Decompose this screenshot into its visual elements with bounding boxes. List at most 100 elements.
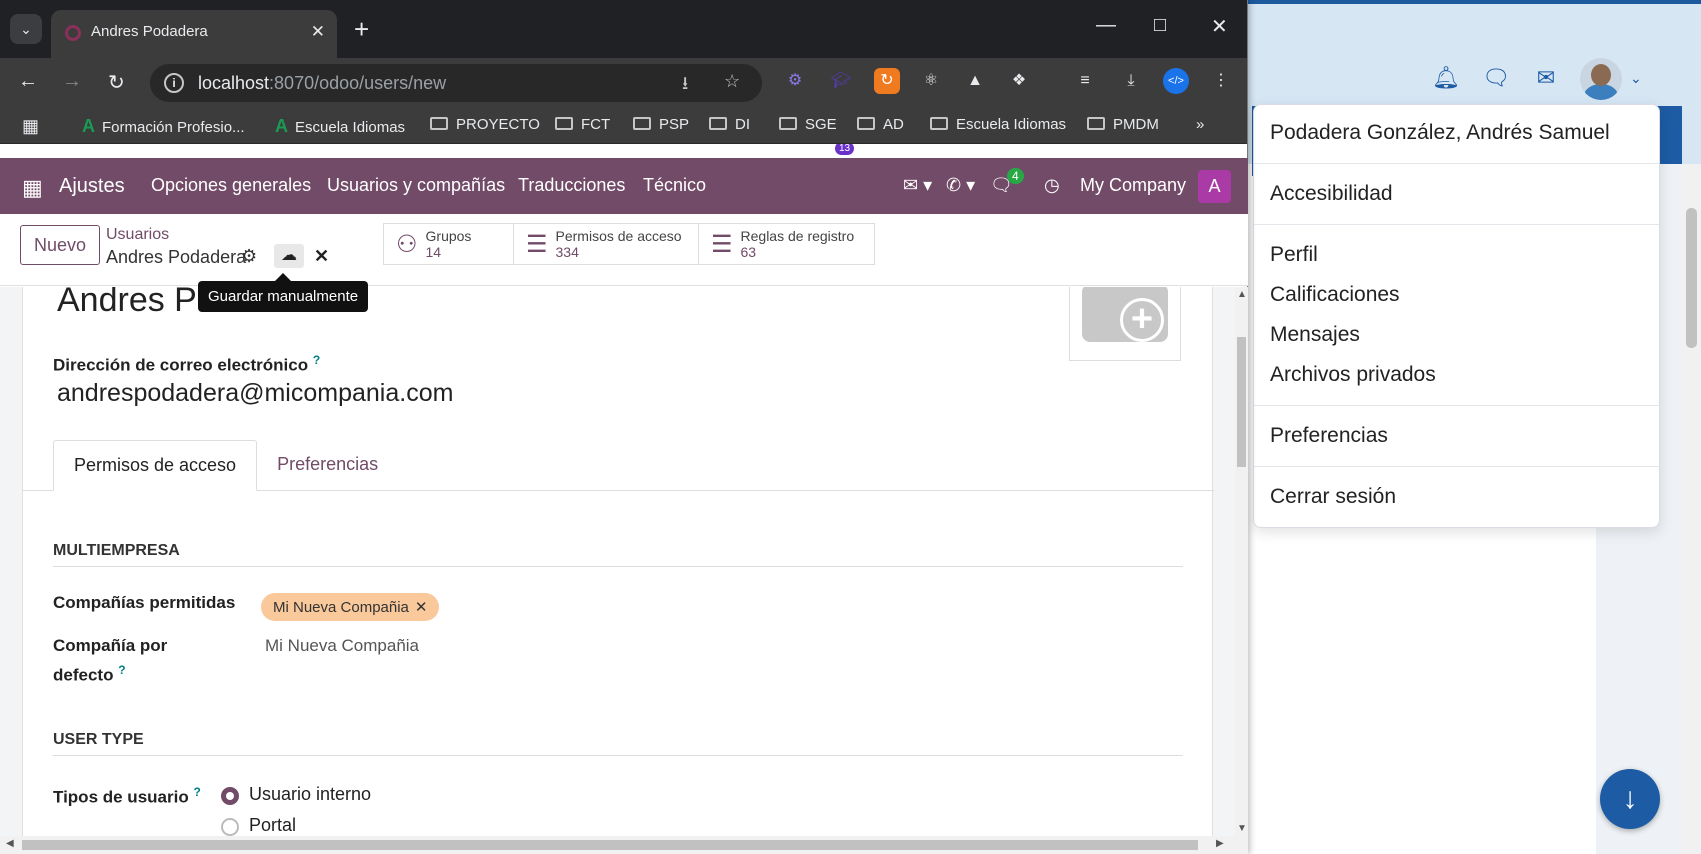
discard-icon[interactable]: ✕	[314, 246, 329, 267]
address-bar[interactable]: i localhost:8070/odoo/users/new ⭳ ☆	[150, 64, 762, 102]
bookmark-folder[interactable]: Escuela Idiomas	[930, 116, 1066, 133]
bookmark-folder[interactable]: FCT	[555, 116, 610, 133]
browser-menu-icon[interactable]: ⋮	[1208, 68, 1234, 94]
media-playlist-icon[interactable]: ≡	[1072, 68, 1098, 94]
radio-internal-user[interactable]	[221, 787, 239, 805]
smart-button-record-rules[interactable]: ☰ Reglas de registro 63	[699, 224, 874, 264]
scrollbar-thumb[interactable]	[22, 840, 1198, 850]
radio-portal[interactable]	[221, 818, 239, 836]
extension-angular-icon[interactable]: ▲	[962, 68, 988, 94]
devtools-extension-icon[interactable]: </>	[1163, 68, 1189, 94]
menu-divider	[1254, 405, 1659, 406]
browser-tab[interactable]: Andres Podadera ✕	[51, 10, 337, 58]
email-field[interactable]: andrespodadera@micompania.com	[57, 379, 453, 408]
extension-react-icon[interactable]: ⚛	[918, 68, 944, 94]
default-company-field[interactable]: Mi Nueva Compañia	[265, 636, 419, 656]
scrollbar-thumb[interactable]	[1686, 208, 1697, 348]
gear-icon[interactable]: ⚙	[241, 246, 257, 267]
radio-label-portal[interactable]: Portal	[249, 815, 296, 836]
app-title[interactable]: Ajustes	[59, 175, 125, 198]
menu-technical[interactable]: Técnico	[643, 175, 706, 196]
maximize-button[interactable]: □	[1154, 14, 1166, 37]
smart-button-groups[interactable]: ⚇ Grupos 14	[384, 224, 514, 264]
menu-item-ratings[interactable]: Calificaciones	[1254, 275, 1659, 315]
company-tag[interactable]: Mi Nueva Compañia ✕	[261, 593, 440, 621]
mail-dropdown-icon[interactable]: ✉ ▾	[903, 175, 932, 196]
new-tab-button[interactable]: +	[354, 14, 369, 44]
scroll-down-arrow-icon[interactable]: ▼	[1237, 823, 1247, 834]
bell-icon[interactable]: 🔔︎	[1432, 64, 1460, 92]
bookmark-item[interactable]: A Escuela Idiomas	[275, 116, 405, 137]
site-info-icon[interactable]: i	[164, 73, 184, 93]
url-text[interactable]: localhost:8070/odoo/users/new	[198, 73, 446, 94]
whatsapp-icon[interactable]: ✆ ▾	[946, 175, 975, 196]
form-view: Andres Podadera + Dirección de correo el…	[0, 287, 1235, 836]
user-avatar-letter[interactable]: A	[1198, 170, 1231, 203]
menu-item-accessibility[interactable]: Accesibilidad	[1254, 174, 1659, 214]
tab-preferences[interactable]: Preferencias	[257, 440, 398, 491]
menu-users-companies[interactable]: Usuarios y compañías	[327, 175, 505, 196]
app-grid-icon[interactable]: ▦	[22, 175, 43, 201]
help-icon[interactable]: ?	[118, 663, 125, 677]
new-button[interactable]: Nuevo	[20, 225, 100, 265]
user-avatar[interactable]	[1580, 58, 1622, 100]
list-bullets-icon: ☰	[711, 230, 733, 258]
bookmark-folder[interactable]: AD	[857, 116, 904, 133]
radio-label-internal[interactable]: Usuario interno	[249, 784, 371, 805]
extension-gear-icon[interactable]: ⚙	[782, 68, 808, 94]
horizontal-scrollbar[interactable]: ◀ ▶	[0, 836, 1248, 854]
scroll-down-button[interactable]: ↓	[1600, 769, 1660, 829]
tab-access-rights[interactable]: Permisos de acceso	[53, 440, 258, 491]
scrollbar-thumb[interactable]	[1237, 337, 1246, 467]
chevron-down-icon[interactable]: ⌄	[1630, 70, 1642, 87]
reload-button[interactable]: ↻	[108, 70, 125, 95]
close-tab-icon[interactable]: ✕	[311, 22, 325, 42]
section-user-type: USER TYPE	[53, 731, 1183, 756]
activity-clock-icon[interactable]: ◷	[1044, 175, 1060, 196]
bookmarks-bar: ▦ A Formación Profesio... A Escuela Idioma…	[0, 108, 1247, 144]
menu-item-preferences[interactable]: Preferencias	[1254, 416, 1659, 456]
more-bookmarks-icon[interactable]: »	[1196, 116, 1204, 133]
background-scrollbar[interactable]	[1682, 164, 1701, 854]
bookmark-folder[interactable]: PROYECTO	[430, 116, 540, 133]
help-icon[interactable]: ?	[313, 353, 320, 367]
mail-icon[interactable]: ✉	[1532, 64, 1560, 92]
bookmark-folder[interactable]: SGE	[779, 116, 837, 133]
extensions-puzzle-icon[interactable]: ❖	[1006, 68, 1032, 94]
forward-button[interactable]: →	[62, 70, 82, 93]
downloads-icon[interactable]: ⤓	[1118, 68, 1144, 94]
breadcrumb-users[interactable]: Usuarios	[106, 226, 169, 244]
help-icon[interactable]: ?	[193, 785, 200, 799]
back-button[interactable]: ←	[18, 70, 38, 93]
photo-upload[interactable]: +	[1069, 287, 1181, 361]
menu-item-profile[interactable]: Perfil	[1254, 235, 1659, 275]
bookmark-star-icon[interactable]: ☆	[724, 71, 740, 92]
folder-icon	[633, 117, 651, 130]
bookmark-item[interactable]: A Formación Profesio...	[82, 116, 245, 137]
tab-search-button[interactable]: ⌄	[10, 14, 42, 44]
company-switcher[interactable]: My Company	[1080, 175, 1186, 196]
close-window-button[interactable]: ✕	[1211, 14, 1228, 39]
bookmark-folder[interactable]: DI	[709, 116, 750, 133]
scroll-left-arrow-icon[interactable]: ◀	[6, 838, 14, 849]
scroll-up-arrow-icon[interactable]: ▲	[1237, 289, 1247, 300]
bookmark-folder[interactable]: PSP	[633, 116, 689, 133]
menu-translations[interactable]: Traducciones	[518, 175, 625, 196]
smart-button-access-rights[interactable]: ☰ Permisos de acceso 334	[514, 224, 699, 264]
apps-grid-icon[interactable]: ▦	[22, 116, 39, 137]
menu-item-messages[interactable]: Mensajes	[1254, 315, 1659, 355]
scroll-right-arrow-icon[interactable]: ▶	[1216, 838, 1224, 849]
menu-item-private-files[interactable]: Archivos privados	[1254, 355, 1659, 395]
extension-sync-icon[interactable]: ↻	[874, 68, 900, 94]
vertical-scrollbar[interactable]: ▲ ▼	[1235, 287, 1248, 836]
minimize-button[interactable]: —	[1096, 14, 1116, 37]
remove-tag-icon[interactable]: ✕	[415, 599, 428, 616]
odoo-navbar: ▦ Ajustes Opciones generales Usuarios y …	[0, 158, 1248, 214]
extension-grad-cap-icon[interactable]: 🎓︎	[828, 68, 854, 94]
bookmark-folder[interactable]: PMDM	[1087, 116, 1159, 133]
chat-bubble-icon[interactable]: 🗨︎	[1482, 64, 1510, 92]
menu-general-options[interactable]: Opciones generales	[151, 175, 311, 196]
save-cloud-icon[interactable]: ☁	[274, 244, 304, 268]
install-app-icon[interactable]: ⭳	[682, 71, 688, 101]
menu-item-logout[interactable]: Cerrar sesión	[1254, 477, 1659, 517]
